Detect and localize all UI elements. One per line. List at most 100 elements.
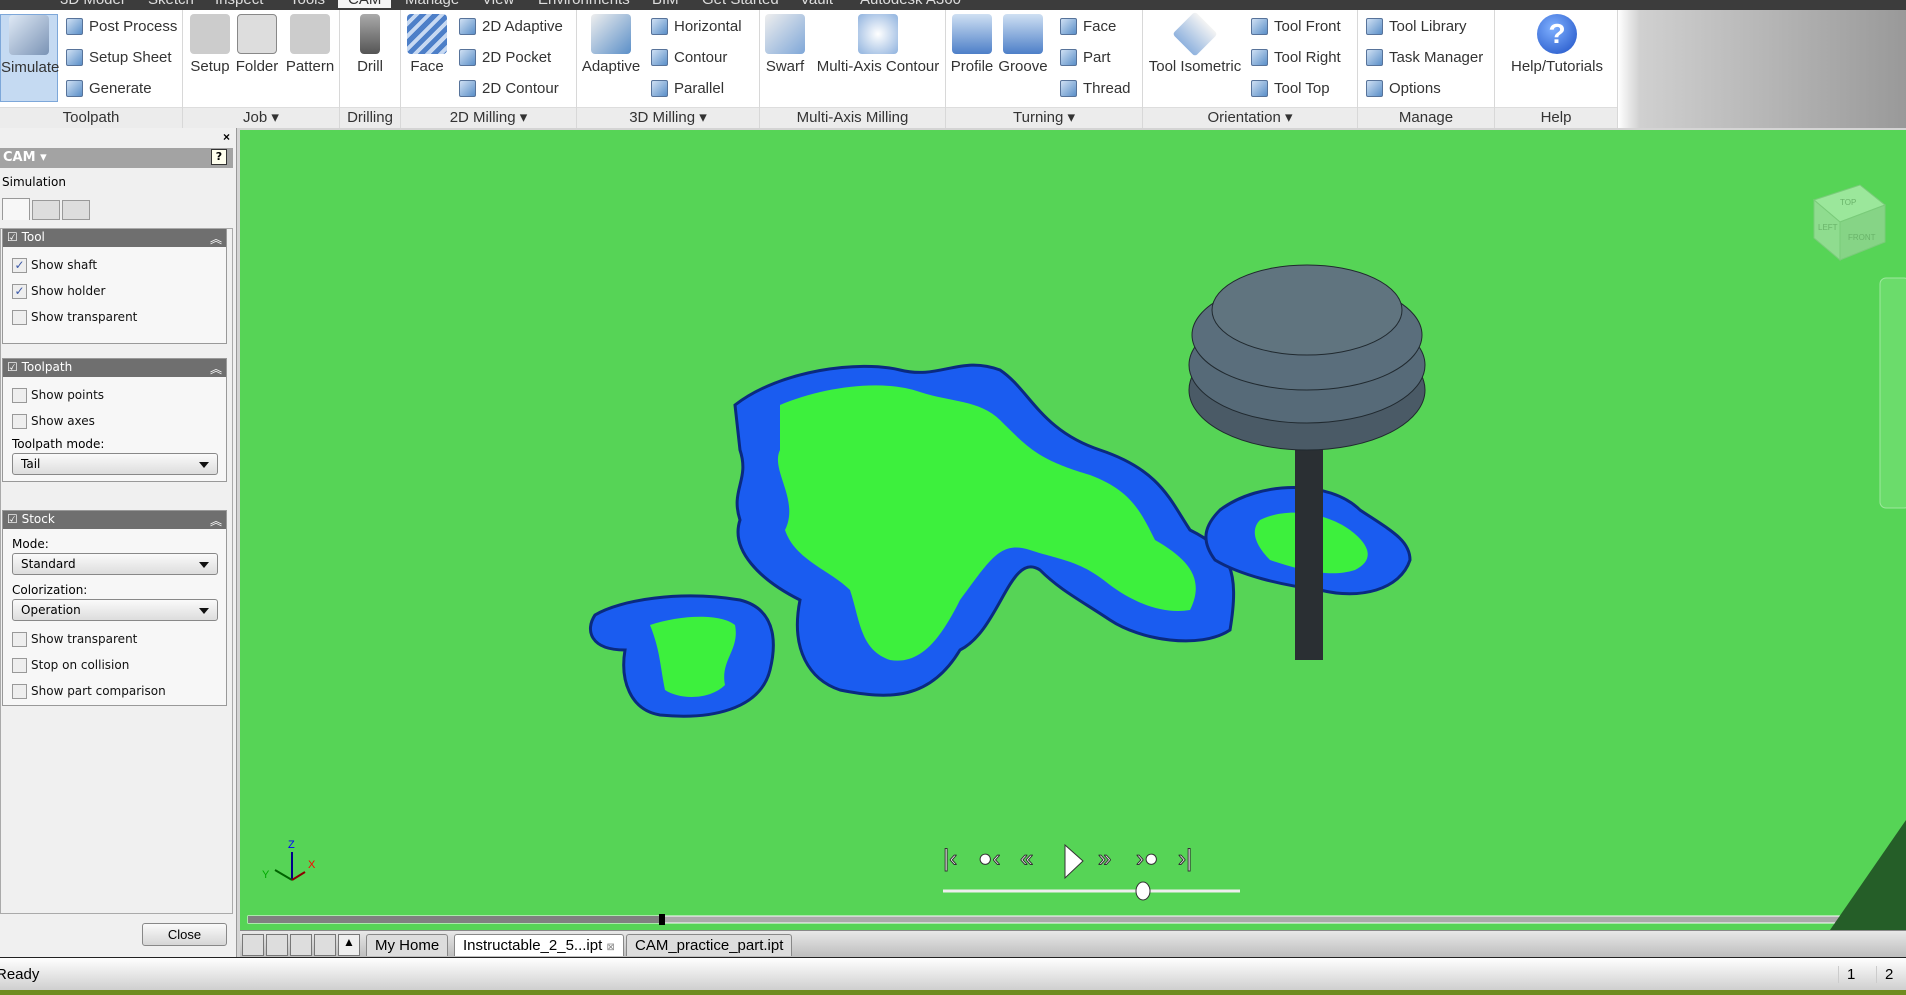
panel-title[interactable]: CAM ▾? [0,148,233,168]
show-points-checkbox[interactable]: Show points [12,387,226,403]
menu-inspect[interactable]: Inspect [215,0,263,8]
simulate-button[interactable]: Simulate [0,14,59,102]
navigation-bar[interactable] [1879,277,1906,509]
setup-sheet-button[interactable]: Setup Sheet [66,49,172,66]
group-label[interactable]: Job ▾ [183,107,339,128]
group-label[interactable]: 2D Milling ▾ [401,107,576,128]
play-button[interactable] [1064,843,1084,880]
menu-vault[interactable]: Vault [800,0,833,8]
multi-axis-contour-button[interactable]: Multi-Axis Contour [814,14,942,75]
colorization-dropdown[interactable]: Operation [12,599,218,621]
3d-viewport[interactable]: TOP LEFT FRONT Z Y X |‹ ●‹ « » ›● ›| [240,130,1906,930]
group-label[interactable]: 3D Milling ▾ [577,107,759,128]
task-manager-button[interactable]: Task Manager [1366,49,1483,66]
tool-right-button[interactable]: Tool Right [1251,49,1341,66]
folder-button[interactable]: Folder [235,14,279,75]
checkbox[interactable] [12,683,27,699]
tab-cam-practice-part[interactable]: CAM_practice_part.ipt [626,934,793,956]
checkbox[interactable] [12,657,27,673]
show-part-comparison-checkbox[interactable]: Show part comparison [12,683,226,699]
horizontal-button[interactable]: Horizontal [651,18,742,35]
checkbox[interactable] [12,387,27,403]
close-panel-icon[interactable]: × [223,130,230,144]
menu-3d-model[interactable]: 3D Model [60,0,124,8]
tab-instructable[interactable]: Instructable_2_5...ipt ⊠ [454,934,624,956]
menu-view[interactable]: View [482,0,514,8]
arrange-up-icon[interactable]: ▲ [338,934,360,956]
menu-a360[interactable]: Autodesk A360 [860,0,961,8]
menu-sketch[interactable]: Sketch [148,0,194,8]
menu-get-started[interactable]: Get Started [702,0,779,8]
generate-button[interactable]: Generate [66,80,152,97]
tab-simulation-icon[interactable] [2,198,30,220]
toolpath-mode-dropdown[interactable]: Tail [12,453,218,475]
viewcube[interactable]: TOP LEFT FRONT [1812,184,1886,262]
close-tab-icon[interactable]: ⊠ [606,942,614,953]
tab-tool-stats-icon[interactable] [62,200,90,220]
thread-button[interactable]: Thread [1060,80,1131,97]
tool-library-button[interactable]: Tool Library [1366,18,1467,35]
2d-pocket-button[interactable]: 2D Pocket [459,49,551,66]
checkbox-checked[interactable]: ✓ [12,283,27,299]
cascade-icon[interactable] [242,934,264,956]
pattern-button[interactable]: Pattern [283,14,337,75]
tile-horizontal-icon[interactable] [290,934,312,956]
next-operation-button[interactable]: ›● [1136,845,1160,873]
toolpath-section-header[interactable]: ☑ Toolpath ︽ [3,359,226,377]
go-to-end-button[interactable]: ›| [1178,845,1193,873]
stock-show-transparent-checkbox[interactable]: Show transparent [12,631,226,647]
profile-button[interactable]: Profile [948,14,996,75]
group-label[interactable]: Turning ▾ [946,107,1142,128]
options-button[interactable]: Options [1366,80,1441,97]
checkbox-checked[interactable]: ✓ [12,257,27,273]
show-axes-checkbox[interactable]: Show axes [12,413,226,429]
step-forward-button[interactable]: » [1098,845,1112,873]
tool-section-header[interactable]: ☑ Tool ︽ [3,229,226,247]
checkbox[interactable] [12,413,27,429]
parallel-button[interactable]: Parallel [651,80,724,97]
menu-cam[interactable]: CAM [338,0,392,8]
menu-manage[interactable]: Manage [405,0,459,8]
tab-tool-info-icon[interactable] [32,200,60,220]
help-tutorials-button[interactable]: ? Help/Tutorials [1503,14,1611,75]
2d-adaptive-button[interactable]: 2D Adaptive [459,18,563,35]
collapse-icon[interactable]: ︽ [210,360,222,376]
turning-face-button[interactable]: Face [1060,18,1116,35]
menu-environments[interactable]: Environments [538,0,630,8]
checkbox[interactable] [12,631,27,647]
previous-operation-button[interactable]: ●‹ [978,845,1002,873]
menu-tools[interactable]: Tools [290,0,325,8]
checkbox[interactable] [12,309,27,325]
groove-button[interactable]: Groove [998,14,1048,75]
part-button[interactable]: Part [1060,49,1111,66]
help-icon[interactable]: ? [211,149,227,165]
show-shaft-checkbox[interactable]: ✓ Show shaft [12,257,226,273]
go-to-start-button[interactable]: |‹ [943,845,958,873]
adaptive-button[interactable]: Adaptive [581,14,641,75]
tile-vertical-icon[interactable] [314,934,336,956]
group-label[interactable]: Orientation ▾ [1143,107,1357,128]
timeline[interactable] [247,914,1905,925]
contour-button[interactable]: Contour [651,49,727,66]
collapse-icon[interactable]: ︽ [210,512,222,528]
post-process-button[interactable]: Post Process [66,18,177,35]
stock-mode-dropdown[interactable]: Standard [12,553,218,575]
close-button[interactable]: Close [142,923,227,946]
speed-slider-handle[interactable] [1135,881,1151,901]
tool-top-button[interactable]: Tool Top [1251,80,1330,97]
stop-on-collision-checkbox[interactable]: Stop on collision [12,657,226,673]
setup-button[interactable]: Setup [188,14,232,75]
step-back-button[interactable]: « [1020,845,1034,873]
drill-button[interactable]: Drill [348,14,392,75]
menu-bim[interactable]: BIM [652,0,679,8]
tab-my-home[interactable]: My Home [366,934,449,956]
show-transparent-tool-checkbox[interactable]: Show transparent [12,309,226,325]
face-button[interactable]: Face [405,14,449,75]
tile-icon[interactable] [266,934,288,956]
stock-section-header[interactable]: ☑ Stock ︽ [3,511,226,529]
2d-contour-button[interactable]: 2D Contour [459,80,559,97]
show-holder-checkbox[interactable]: ✓ Show holder [12,283,226,299]
swarf-button[interactable]: Swarf [764,14,806,75]
tool-front-button[interactable]: Tool Front [1251,18,1341,35]
timeline-handle[interactable] [659,914,665,925]
